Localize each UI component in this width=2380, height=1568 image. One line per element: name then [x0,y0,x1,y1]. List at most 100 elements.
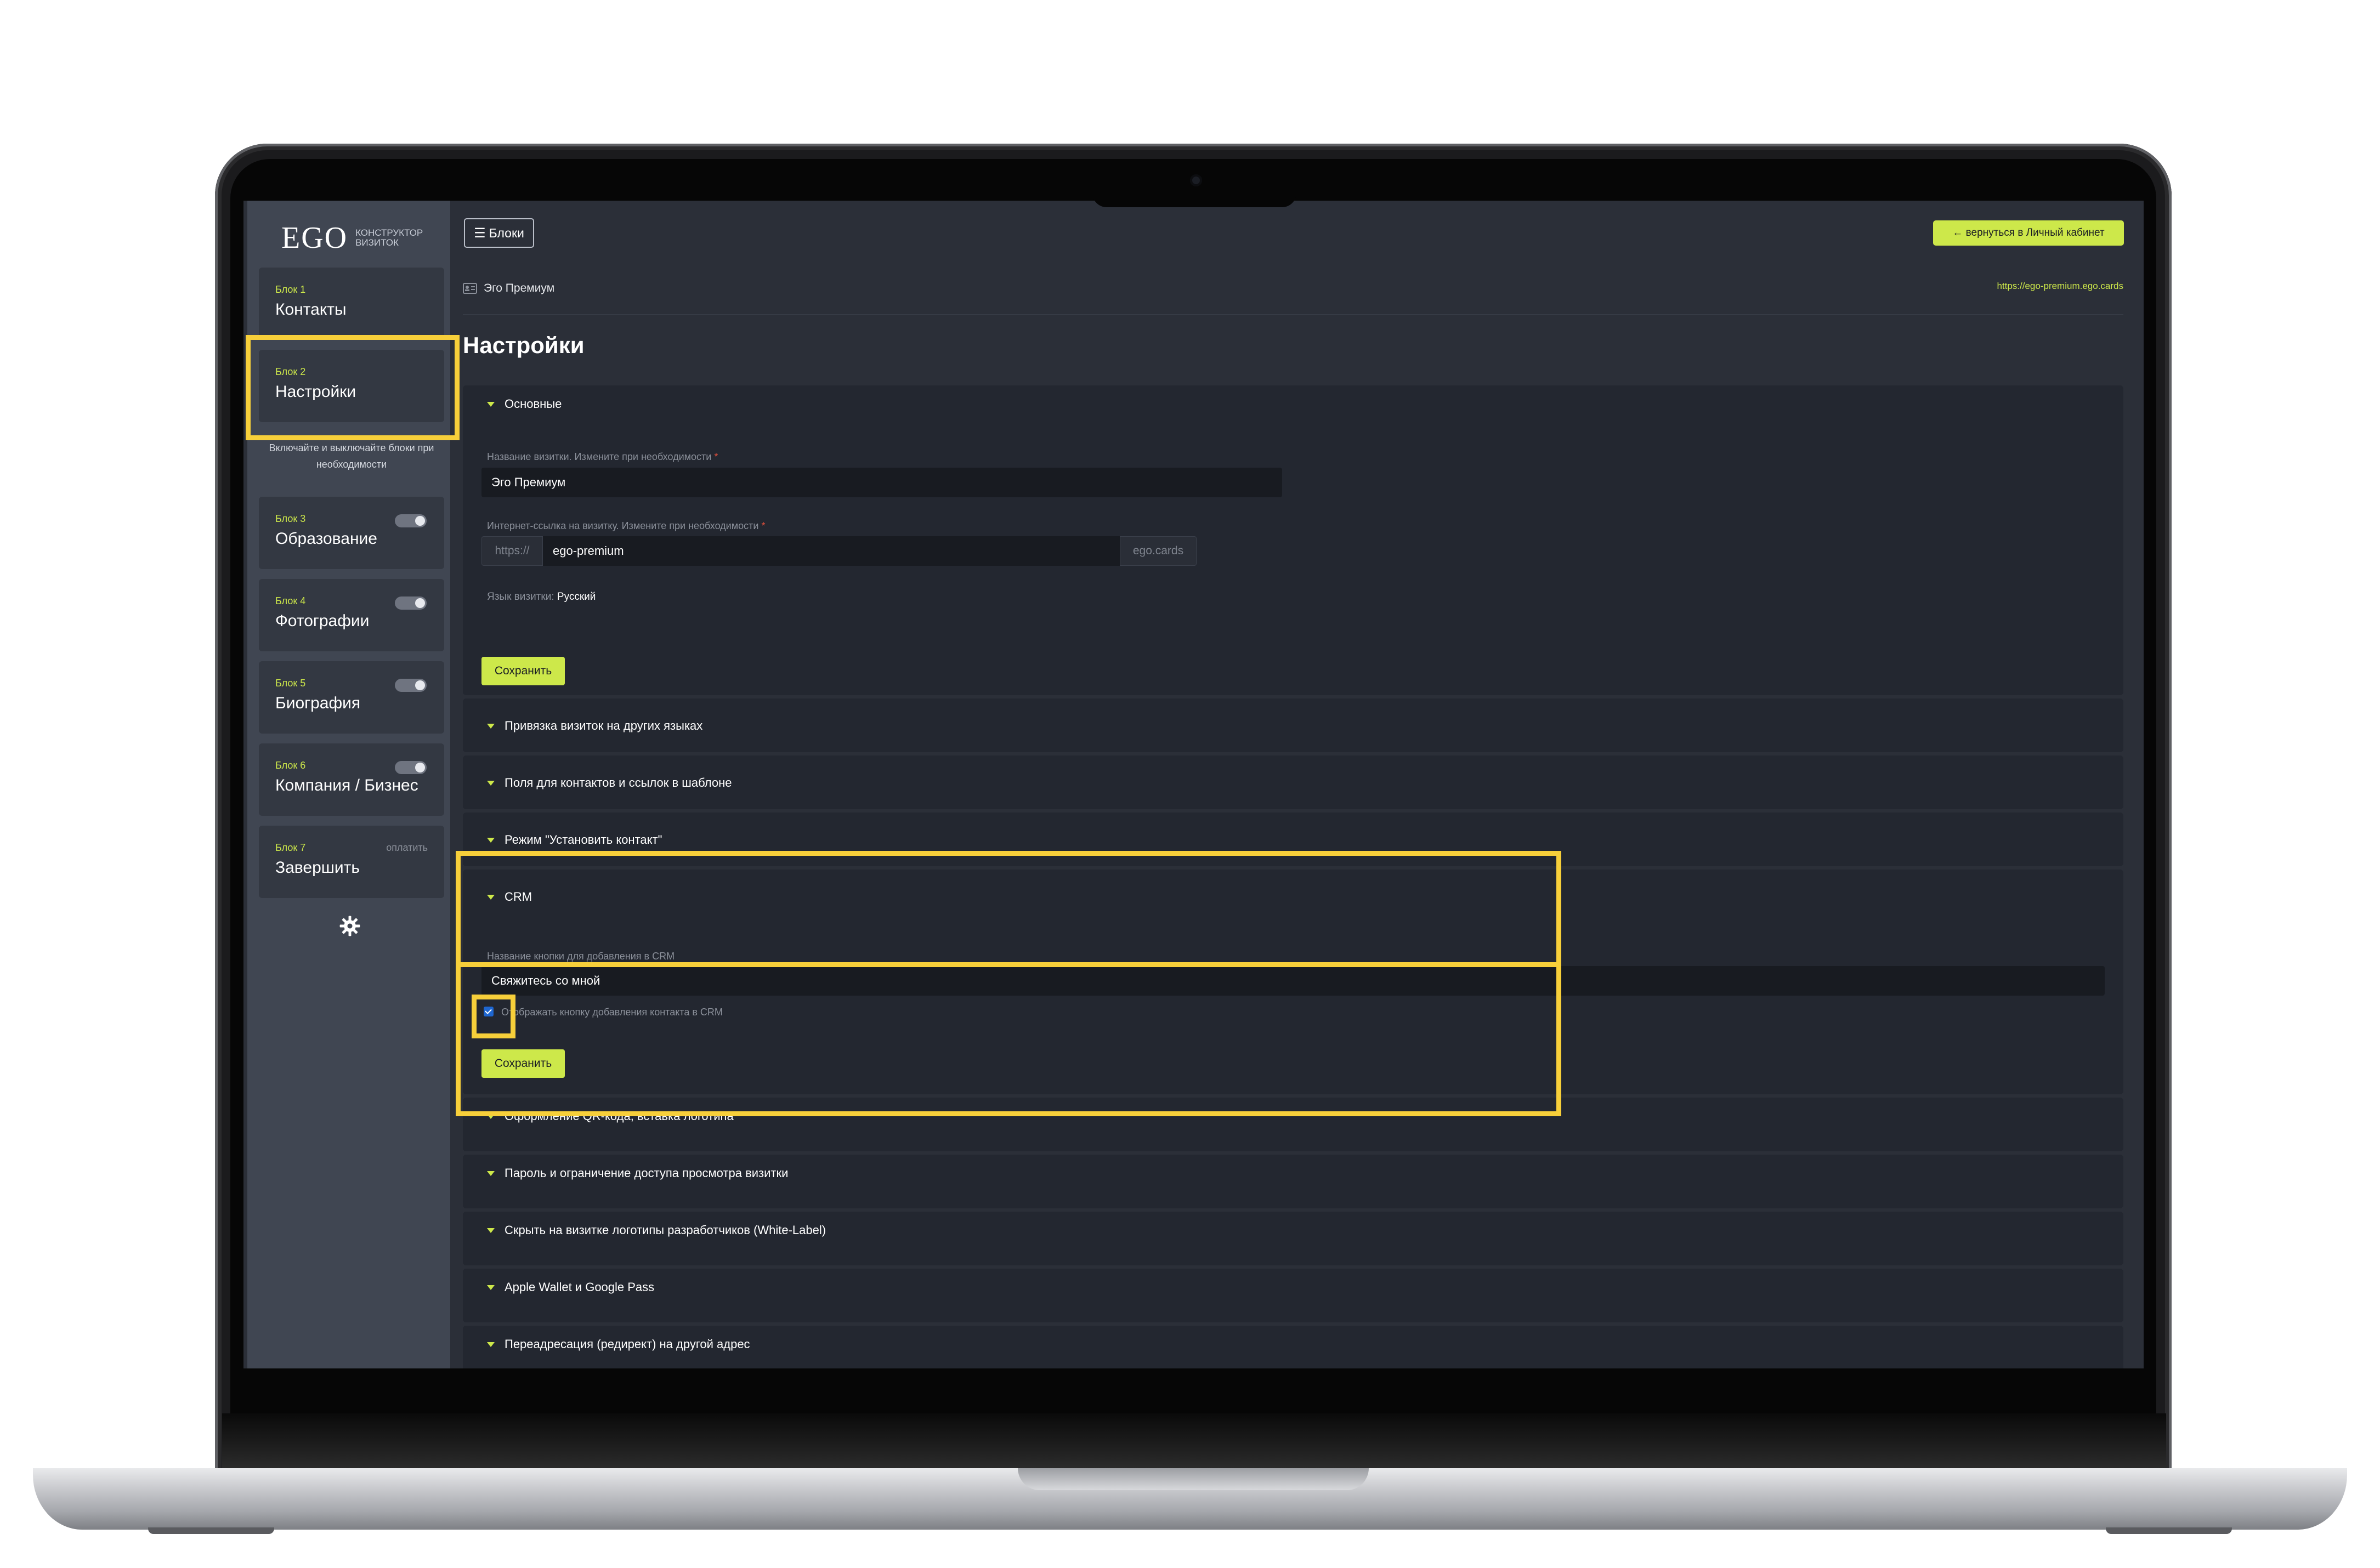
blocks-menu-button[interactable]: ☰ Блоки [464,218,534,248]
block-toggle[interactable] [395,761,427,774]
sidebar-item-photos[interactable]: Блок 4 Фотографии [259,579,444,651]
card-name-label: Название визитки. Измените при необходим… [487,451,718,463]
logo-text: EGO [281,221,348,255]
section-title: Поля для контактов и ссылок в шаблоне [505,776,732,789]
section-mode[interactable]: Режим "Установить контакт" [463,813,2123,866]
card-link-label: Интернет-ссылка на визитку. Измените при… [487,520,765,532]
laptop-thumb-notch [1018,1468,1369,1490]
block-title: Образование [275,530,377,548]
section-password[interactable]: Пароль и ограничение доступа просмотра в… [463,1155,2123,1208]
section-basic: Основные Название визитки. Измените при … [463,385,2123,695]
section-title: Режим "Установить контакт" [505,833,662,847]
sidebar-item-settings[interactable]: Блок 2 Настройки [259,350,444,422]
section-title: Скрыть на визитке логотипы разработчиков… [505,1223,826,1237]
block-number: Блок 6 [275,760,306,771]
chevron-down-icon [487,1342,495,1347]
card-name: Эго Премиум [484,282,555,294]
logo-subtitle: КОНСТРУКТОР ВИЗИТОК [355,228,423,248]
block-number: Блок 3 [275,513,306,524]
block-number: Блок 5 [275,678,306,689]
block-number: Блок 7 [275,842,306,853]
sidebar-item-education[interactable]: Блок 3 Образование [259,497,444,569]
menu-icon: ☰ [474,225,486,241]
block-toggle[interactable] [395,679,427,692]
section-title: Apple Wallet и Google Pass [505,1280,655,1294]
crm-button-input[interactable]: Свяжитесь со мной [481,966,2105,996]
sidebar: EGO КОНСТРУКТОР ВИЗИТОК Блок 1 Контакты … [247,201,450,1371]
section-lang-link[interactable]: Привязка визиток на других языках [463,698,2123,752]
section-header[interactable]: Пароль и ограничение доступа просмотра в… [487,1162,788,1184]
block-number: Блок 4 [275,595,306,606]
card-link-input[interactable]: ego-premium [543,536,1120,566]
card-link-label-text: Интернет-ссылка на визитку. Измените при… [487,520,759,531]
section-header[interactable]: Привязка визиток на других языках [487,715,702,737]
chevron-down-icon [487,894,495,900]
card-url-link[interactable]: https://ego-premium.ego.cards [1997,281,2123,292]
save-crm-button[interactable]: Сохранить [481,1049,565,1078]
section-whitelabel[interactable]: Скрыть на визитке логотипы разработчиков… [463,1212,2123,1265]
section-header[interactable]: Поля для контактов и ссылок в шаблоне [487,772,732,794]
back-to-cabinet-button[interactable]: ← вернуться в Личный кабинет [1933,220,2124,246]
card-name-input[interactable]: Эго Премиум [481,468,1282,497]
section-header[interactable]: Оформление QR-кода, вставка логотипа [487,1105,734,1127]
section-redirect[interactable]: Переадресация (редирект) на другой адрес [463,1326,2123,1371]
card-name-label-text: Название визитки. Измените при необходим… [487,451,712,462]
camera-icon [1190,174,1202,186]
breadcrumb: Эго Премиум [463,277,554,299]
section-title: Переадресация (редирект) на другой адрес [505,1337,750,1351]
card-language-label: Язык визитки: [487,591,554,603]
sidebar-item-company[interactable]: Блок 6 Компания / Бизнес [259,743,444,816]
link-suffix: ego.cards [1120,536,1197,566]
divider [463,314,2123,315]
block-toggle[interactable] [395,514,427,527]
sidebar-item-biography[interactable]: Блок 5 Биография [259,661,444,734]
required-marker: * [761,520,766,531]
card-language: Язык визитки: Русский [487,591,596,603]
chevron-down-icon [487,401,495,407]
blocks-button-label: Блоки [489,225,524,240]
section-header[interactable]: Apple Wallet и Google Pass [487,1276,654,1298]
section-title: Основные [505,397,562,411]
block-title: Контакты [275,300,347,319]
block-title: Компания / Бизнес [275,776,418,794]
section-header[interactable]: Режим "Установить контакт" [487,829,662,851]
section-title: Привязка визиток на других языках [505,719,703,732]
laptop-foot [2106,1527,2232,1534]
section-header[interactable]: Переадресация (редирект) на другой адрес [487,1333,750,1355]
logo[interactable]: EGO КОНСТРУКТОР ВИЗИТОК [281,216,432,260]
chevron-down-icon [487,1113,495,1119]
section-wallet[interactable]: Apple Wallet и Google Pass [463,1269,2123,1322]
required-marker: * [714,451,718,462]
link-prefix: https:// [481,536,543,566]
sidebar-hint: Включайте и выключайте блоки при необход… [269,442,434,470]
section-title: Пароль и ограничение доступа просмотра в… [505,1166,789,1180]
sidebar-item-finish[interactable]: Блок 7 оплатить Завершить [259,826,444,898]
id-card-icon [463,283,477,294]
chevron-down-icon [487,1285,495,1290]
section-crm: CRM Название кнопки для добавления в CRM… [463,870,2123,1094]
save-basic-button[interactable]: Сохранить [481,657,565,685]
chevron-down-icon [487,780,495,786]
app-screen: EGO КОНСТРУКТОР ВИЗИТОК Блок 1 Контакты … [243,201,2144,1371]
section-title: Оформление QR-кода, вставка логотипа [505,1109,734,1123]
section-crm-header[interactable]: CRM [487,886,532,908]
section-header[interactable]: Скрыть на визитке логотипы разработчиков… [487,1219,826,1241]
block-title: Фотографии [275,612,370,630]
section-basic-header[interactable]: Основные [487,393,562,415]
section-qr[interactable]: Оформление QR-кода, вставка логотипа [463,1098,2123,1151]
block-toggle[interactable] [395,596,427,610]
chevron-down-icon [487,1228,495,1233]
gear-icon[interactable] [338,914,361,938]
sidebar-item-contacts[interactable]: Блок 1 Контакты [259,268,444,340]
section-title: CRM [505,890,532,904]
crm-checkbox[interactable] [484,1007,494,1016]
block-title: Завершить [275,859,360,877]
card-language-value[interactable]: Русский [557,591,596,603]
chevron-down-icon [487,1171,495,1176]
laptop-hinge [222,1413,2166,1468]
chevron-down-icon [487,723,495,729]
crm-button-label: Название кнопки для добавления в CRM [487,951,675,962]
crm-checkbox-label: Отображать кнопку добавления контакта в … [501,1007,723,1018]
block-number: Блок 2 [275,366,306,377]
section-fields[interactable]: Поля для контактов и ссылок в шаблоне [463,755,2123,809]
